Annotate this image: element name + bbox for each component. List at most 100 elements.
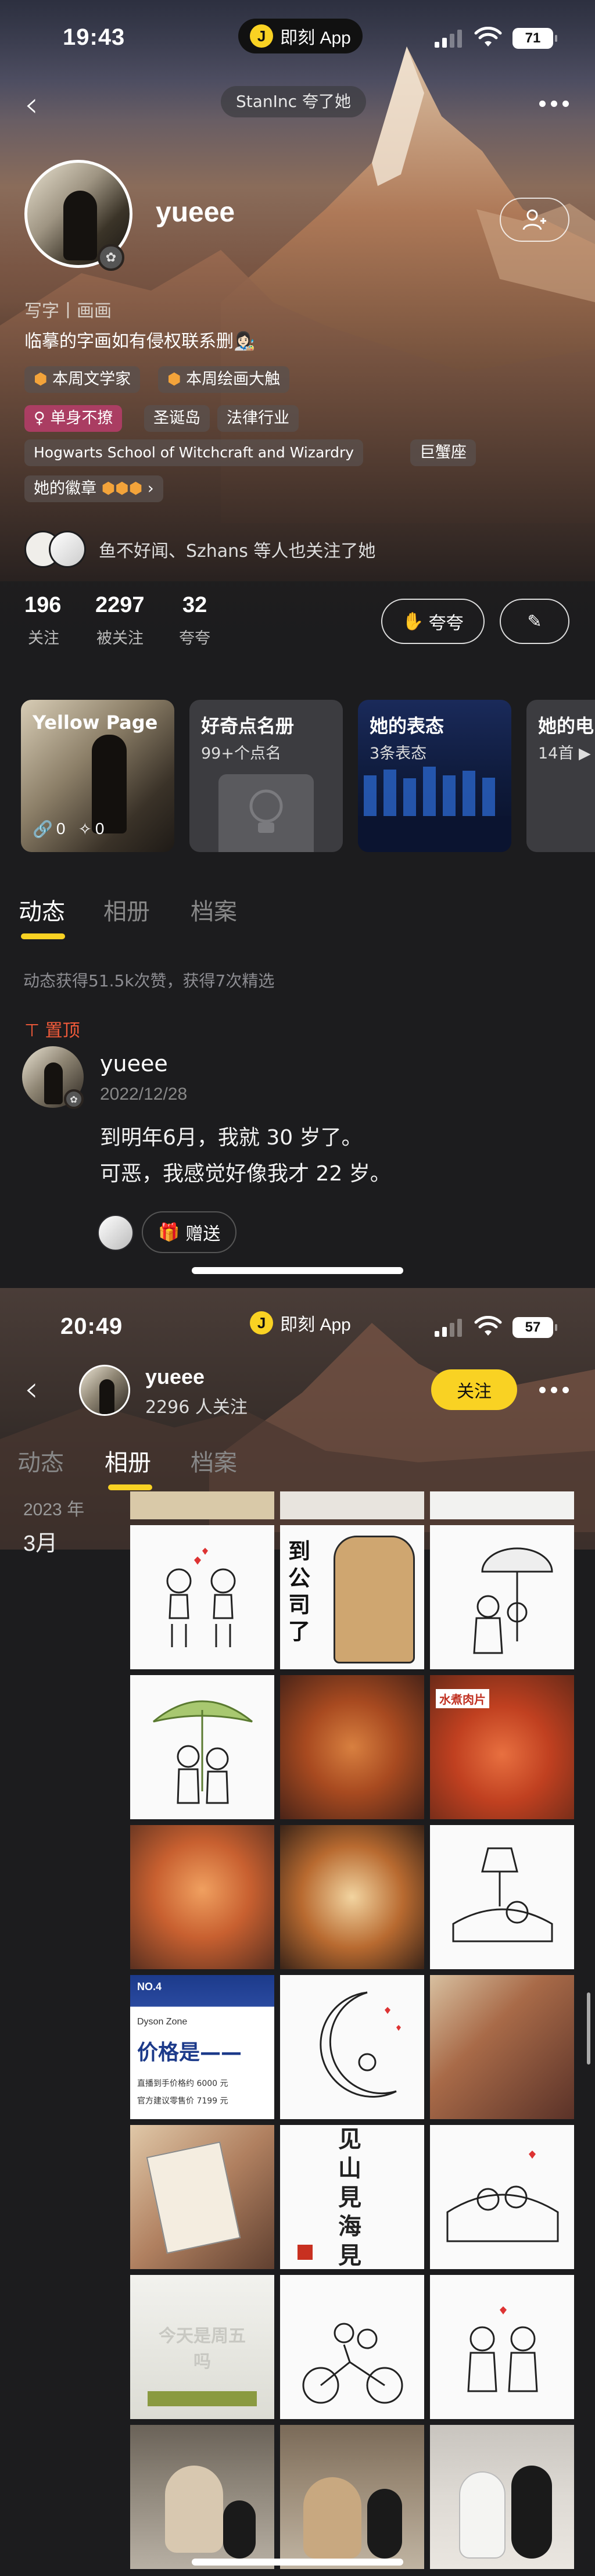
tag-cancer-zodiac[interactable]: 巨蟹座: [410, 439, 476, 466]
photo-grid: 到公司了 水煮肉片 NO.4 Dyson Zone 价格是—— 直播到手价格约 …: [130, 1491, 574, 2576]
card-photo-figure: [92, 735, 127, 833]
photo-thumbnail[interactable]: [430, 1825, 574, 1969]
penguin-figure: [511, 2466, 552, 2559]
write-note-button[interactable]: ✎: [500, 599, 569, 644]
praise-count[interactable]: 32: [182, 593, 207, 618]
followers-label: 被关注: [96, 629, 144, 647]
tag-hogwarts[interactable]: Hogwarts School of Witchcraft and Wizard…: [24, 439, 364, 466]
photo-thumbnail[interactable]: [130, 1491, 274, 1519]
add-friend-button[interactable]: [500, 198, 569, 242]
photo-thumbnail[interactable]: [280, 2275, 424, 2419]
photo-caption-food: 水煮肉片: [436, 1689, 489, 1708]
photo-thumbnail[interactable]: 到公司了: [280, 1525, 424, 1669]
tab-feed[interactable]: 动态: [17, 1444, 64, 1477]
scrollbar[interactable]: [587, 1992, 590, 2065]
badges-row[interactable]: 她的徽章 ⬢⬢⬢ ›: [24, 475, 163, 502]
tag-single[interactable]: ♀ 单身不撩: [24, 405, 123, 432]
tab-feed[interactable]: 动态: [19, 893, 65, 926]
photo-thumbnail[interactable]: [430, 2425, 574, 2569]
app-pill[interactable]: J 即刻 App: [238, 19, 363, 53]
tag-weekly-writer[interactable]: 本周文学家: [24, 366, 141, 393]
jike-logo-icon: J: [250, 1311, 274, 1334]
back-arrow-icon[interactable]: ‹: [24, 1372, 38, 1407]
more-options-icon[interactable]: [539, 101, 569, 107]
photo-thumbnail[interactable]: [130, 2125, 274, 2269]
card-her-music[interactable]: 她的电 14首 ▶: [526, 700, 595, 852]
battery-icon: 57: [512, 1317, 557, 1338]
tag-christmas-island[interactable]: 圣诞岛: [144, 405, 210, 432]
mutual-followers-text: 鱼不好闻、Szhans 等人也关注了她: [99, 541, 376, 561]
umbrella-sketch-illustration: [473, 1547, 553, 1654]
followers-count[interactable]: 2297: [95, 593, 145, 618]
photo-thumbnail[interactable]: 见山見海見自己: [280, 2125, 424, 2269]
back-arrow-icon[interactable]: ‹: [24, 87, 38, 122]
pinned-label: ⊤ 置顶: [24, 1021, 80, 1041]
photo-thumbnail[interactable]: [430, 1975, 574, 2119]
card-her-stance[interactable]: 她的表态 3条表态: [358, 700, 511, 852]
card-title: 她的表态: [370, 715, 445, 737]
username: yueee: [156, 197, 235, 228]
card-title: Yellow Page: [33, 711, 158, 734]
photo-caption-poem: 见山見海見自己: [338, 2126, 361, 2269]
photo-thumbnail[interactable]: [130, 1525, 274, 1669]
photo-thumbnail[interactable]: [280, 1675, 424, 1819]
username: yueee: [145, 1365, 205, 1389]
following-count[interactable]: 196: [24, 593, 61, 618]
photo-thumbnail[interactable]: [280, 1825, 424, 1969]
verified-badge-icon: ✿: [98, 244, 124, 271]
app-pill[interactable]: J 即刻 App: [238, 1305, 363, 1340]
card-curiosity-roster[interactable]: 好奇点名册 99+个点名: [189, 700, 343, 852]
post-author[interactable]: yueee: [100, 1051, 168, 1076]
praise-chip[interactable]: StanInc 夸了她: [221, 86, 366, 117]
child-figure: [165, 2466, 223, 2553]
status-bar: 20:49 J 即刻 App 57: [0, 1309, 595, 1350]
gift-button[interactable]: 🎁 赠送: [142, 1211, 237, 1253]
bio-line-1: 写字丨画画: [24, 301, 112, 321]
follower-count: 2296 人关注: [145, 1397, 248, 1418]
home-indicator[interactable]: [192, 1267, 403, 1274]
photo-caption-line-1: 直播到手价格约 6000 元: [137, 2079, 228, 2088]
card-yellow-page[interactable]: Yellow Page 🔗 0 ✧ 0: [21, 700, 174, 852]
home-indicator[interactable]: [192, 2559, 403, 2566]
photo-caption-company: 到公司了: [288, 1539, 311, 1644]
status-bar: 19:43 J 即刻 App 71: [0, 17, 595, 58]
photo-thumbnail[interactable]: [430, 2125, 574, 2269]
more-options-icon[interactable]: [539, 1387, 569, 1393]
photo-thumbnail[interactable]: [280, 1975, 424, 2119]
praise-button[interactable]: ✋ 夸夸: [381, 599, 485, 644]
figure-illustration: [334, 1536, 415, 1663]
card-likes: 0: [56, 820, 66, 838]
badge-hex-icons: ⬢⬢⬢: [101, 480, 148, 498]
photo-caption-line-2: 官方建议零售价 7199 元: [137, 2096, 228, 2106]
tab-album[interactable]: 相册: [105, 1444, 151, 1477]
photo-thumbnail[interactable]: [130, 2425, 274, 2569]
tab-profile-file[interactable]: 档案: [191, 893, 237, 926]
link-icon: 🔗: [33, 820, 53, 838]
tag-legal-industry[interactable]: 法律行业: [217, 405, 299, 432]
photo-thumbnail[interactable]: [430, 1525, 574, 1669]
seal-stamp-icon: [298, 2245, 313, 2260]
tab-profile-file[interactable]: 档案: [191, 1444, 237, 1477]
avatar[interactable]: [79, 1365, 130, 1416]
bicycle-couple-illustration: [302, 2323, 403, 2404]
gift-recipient-avatar: [98, 1215, 134, 1251]
follow-button[interactable]: 关注: [431, 1369, 517, 1410]
photo-thumbnail[interactable]: NO.4 Dyson Zone 价格是—— 直播到手价格约 6000 元 官方建…: [130, 1975, 274, 2119]
cellular-signal-icon: [435, 1318, 462, 1337]
photo-thumbnail[interactable]: [430, 2275, 574, 2419]
tab-album[interactable]: 相册: [103, 893, 150, 926]
post-date: 2022/12/28: [100, 1085, 188, 1104]
photo-thumbnail[interactable]: [430, 1491, 574, 1519]
photo-thumbnail[interactable]: [130, 1825, 274, 1969]
photo-thumbnail[interactable]: [130, 1675, 274, 1819]
stage-lights-icon: [358, 767, 511, 852]
card-stats: 🔗 0 ✧ 0: [33, 820, 105, 839]
mutual-followers[interactable]: 鱼不好闻、Szhans 等人也关注了她: [24, 529, 375, 570]
photo-thumbnail[interactable]: [280, 2425, 424, 2569]
photo-thumbnail[interactable]: 今天是周五吗: [130, 2275, 274, 2419]
album-month: 3月: [23, 1532, 58, 1556]
jike-logo-icon: J: [250, 24, 274, 48]
photo-thumbnail[interactable]: [280, 1491, 424, 1519]
photo-thumbnail[interactable]: 水煮肉片: [430, 1675, 574, 1819]
tag-weekly-painter[interactable]: 本周绘画大触: [158, 366, 290, 393]
